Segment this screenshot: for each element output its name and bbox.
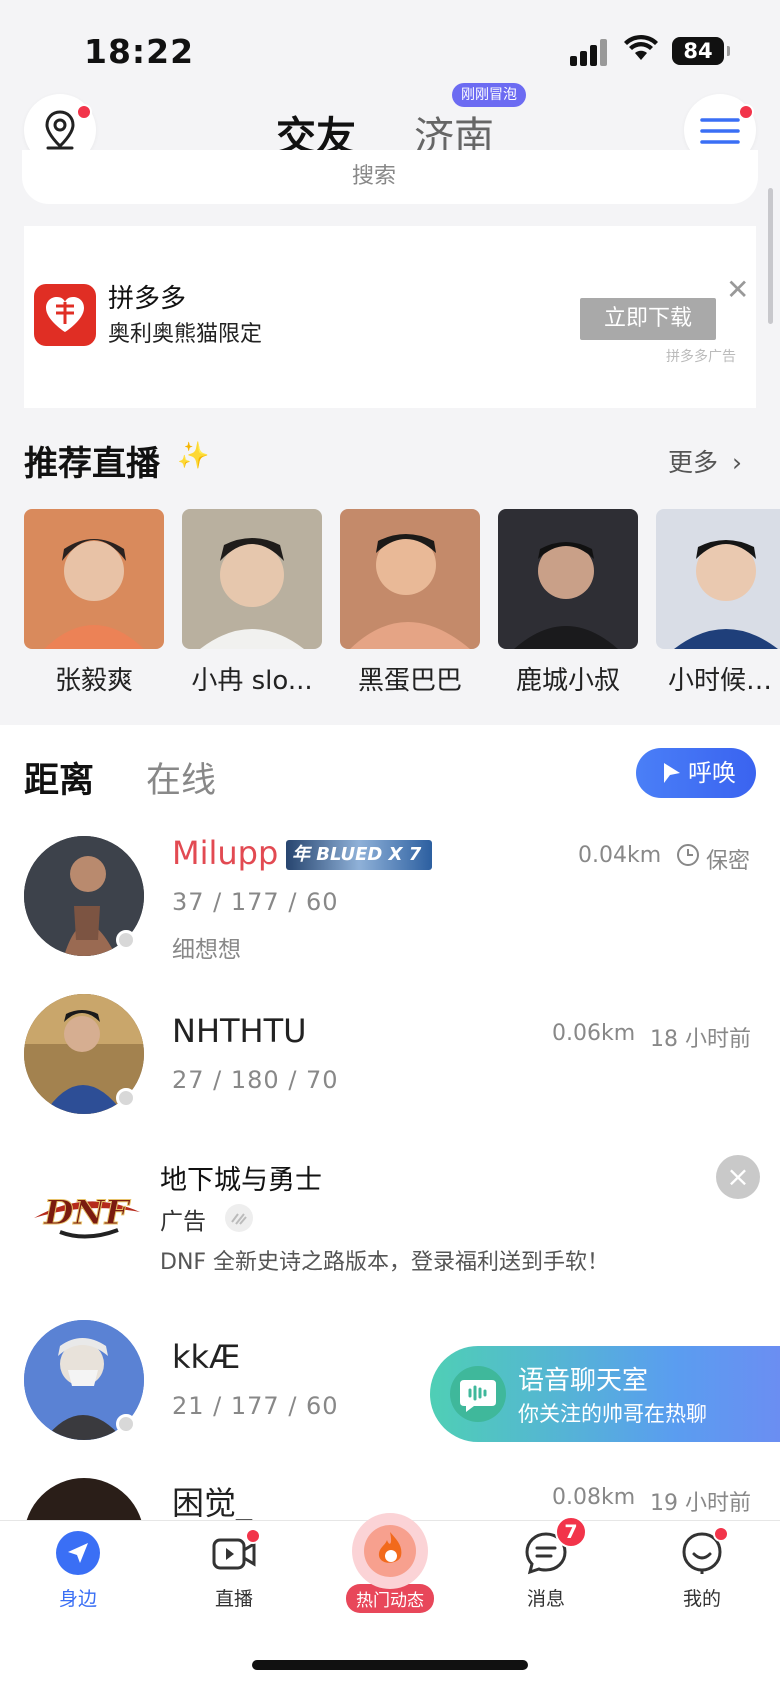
more-label: 更多 (668, 448, 719, 477)
offline-dot (116, 930, 136, 950)
user-stats: 27 / 180 / 70 (172, 1066, 339, 1094)
voice-wave-icon (450, 1366, 506, 1422)
user-time: 18 小时前 (650, 1027, 751, 1052)
call-button[interactable]: 呼唤 (636, 748, 756, 798)
ad-card[interactable]: 拼多多 奥利奥熊猫限定 立即下载 ✕ 拼多多广告 (24, 226, 756, 408)
status-bar: 18:22 84 (0, 0, 780, 95)
user-name[interactable]: 困觉_ (172, 1478, 252, 1524)
live-thumb[interactable] (182, 509, 322, 649)
voice-title: 语音聊天室 (518, 1366, 649, 1396)
city-badge: 刚刚冒泡 (452, 83, 526, 107)
notification-dot (713, 1526, 729, 1542)
live-name: 黑蛋巴巴 (357, 666, 462, 696)
offline-dot (116, 1414, 136, 1434)
clock-icon (677, 844, 699, 866)
live-name: 鹿城小叔 (515, 666, 620, 696)
close-icon[interactable]: ✕ (726, 276, 749, 304)
user-name[interactable]: kkÆ (172, 1338, 240, 1376)
user-time: 保密 (706, 849, 751, 874)
nav-label: 我的 (682, 1588, 721, 1610)
pinduoduo-logo-icon (34, 284, 96, 346)
user-stats: 21 / 177 / 60 (172, 1392, 339, 1420)
nav-label: 消息 (526, 1588, 565, 1610)
search-input[interactable]: 搜索 (22, 150, 758, 204)
live-name: 小时候… (668, 666, 773, 696)
user-name[interactable]: NHTHTU (172, 1012, 307, 1050)
live-thumb[interactable] (498, 509, 638, 649)
ad-app-name: 拼多多 (108, 284, 187, 314)
call-label: 呼唤 (688, 759, 736, 787)
nav-nearby[interactable]: 身边 (28, 1530, 128, 1611)
chat-bubble-icon: 7 (523, 1516, 587, 1576)
signal-icon (570, 38, 610, 66)
live-thumb[interactable] (656, 509, 780, 649)
clock: 18:22 (84, 32, 195, 71)
live-thumb[interactable] (24, 509, 164, 649)
video-icon (211, 1528, 261, 1576)
ad-subtitle: 奥利奥熊猫限定 (108, 322, 263, 347)
notification-dot (245, 1528, 261, 1544)
search-placeholder: 搜索 (352, 164, 397, 189)
ad-source: 拼多多广告 (666, 349, 736, 365)
nav-label: 身边 (58, 1588, 97, 1610)
wifi-icon (624, 34, 658, 60)
filter-online[interactable]: 在线 (146, 752, 216, 803)
nav-messages[interactable]: 7 消息 (496, 1516, 596, 1611)
nav-live[interactable]: 直播 (184, 1528, 284, 1611)
fire-icon (351, 1512, 429, 1590)
dnf-logo-text: DNF (43, 1193, 132, 1233)
live-thumb[interactable] (340, 509, 480, 649)
live-name: 张毅爽 (54, 666, 133, 696)
offline-dot (116, 1088, 136, 1108)
chevron-right-icon: › (731, 448, 742, 477)
user-bio: 细想想 (172, 937, 241, 963)
section-title: 推荐直播 (24, 444, 160, 484)
battery-icon: 84 (672, 37, 730, 65)
notification-dot (738, 104, 754, 120)
voice-chat-banner[interactable]: 语音聊天室 你关注的帅哥在热聊 (430, 1346, 780, 1442)
ad-tag: 广告 (160, 1209, 206, 1235)
ad-title[interactable]: 地下城与勇士 (160, 1158, 322, 1197)
compass-icon (55, 1530, 101, 1576)
ad-description: DNF 全新史诗之路版本，登录福利送到手软！ (160, 1250, 610, 1275)
vip-badge-icon: 年 BLUED X 7 (286, 840, 432, 870)
user-distance: 0.06km (552, 1021, 636, 1046)
user-name[interactable]: Milupp (172, 834, 278, 872)
nav-me[interactable]: 我的 (652, 1526, 752, 1611)
user-stats: 37 / 177 / 60 (172, 888, 339, 916)
more-link[interactable]: 更多 › (668, 443, 742, 479)
live-name: 小冉 slo... (191, 666, 313, 696)
ad-source-icon (225, 1204, 253, 1232)
sparkle-icon: ✨ (177, 441, 210, 471)
notification-dot (76, 104, 92, 120)
nav-label: 直播 (214, 1588, 253, 1610)
smiley-icon (679, 1526, 729, 1576)
dnf-logo-icon: DNF (26, 1168, 146, 1258)
filter-distance[interactable]: 距离 (24, 752, 94, 803)
scrollbar[interactable] (768, 188, 773, 324)
close-icon[interactable]: × (716, 1155, 760, 1199)
flag-icon (664, 763, 680, 783)
user-distance: 0.08km (552, 1485, 636, 1510)
user-distance: 0.04km (578, 843, 662, 868)
user-time: 19 小时前 (650, 1491, 751, 1516)
download-button[interactable]: 立即下载 (580, 298, 716, 340)
voice-subtitle: 你关注的帅哥在热聊 (518, 1402, 707, 1426)
unread-count-badge: 7 (555, 1516, 587, 1548)
nav-trending[interactable]: 热门动态 (340, 1513, 440, 1613)
home-indicator (252, 1660, 528, 1670)
